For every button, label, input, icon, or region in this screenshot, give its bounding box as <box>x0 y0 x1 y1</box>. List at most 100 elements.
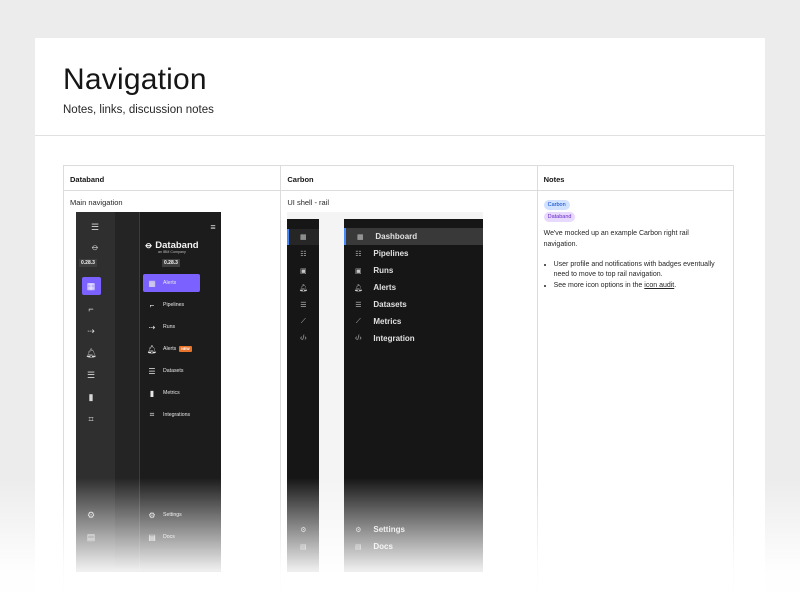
document-icon: ▤ <box>355 543 362 551</box>
carbon-expanded-panel: ▦ Dashboard ☷ Pipelines ▣ Runs 🔔︎ Alerts ☰ Da… <box>344 219 484 572</box>
document-icon: ▤ <box>148 532 156 542</box>
icon-audit-link[interactable]: icon audit <box>644 282 674 289</box>
nav-item-dashboard[interactable]: ▦ Alerts <box>143 274 200 292</box>
brand-subtitle: an IBM Company <box>158 250 186 254</box>
bell-icon: 🔔︎ <box>353 284 363 292</box>
nav-label: Dashboard <box>375 232 418 241</box>
gear-icon: ⚙ <box>148 510 156 520</box>
bullet-suffix: . <box>674 282 677 289</box>
page-header: Navigation Notes, links, discussion note… <box>35 38 765 136</box>
pipelines-icon[interactable]: ☷ <box>296 250 310 258</box>
dashboard-icon: ▦ <box>148 278 156 288</box>
database-icon: ☰ <box>148 366 156 376</box>
collapse-panel-icon[interactable]: ≡ <box>206 222 220 232</box>
gear-icon[interactable]: ⚙ <box>296 526 310 534</box>
dashboard-icon: ▦ <box>86 281 96 291</box>
tag-carbon: Carbon <box>543 200 570 210</box>
dashboard-icon: ▦ <box>357 233 364 241</box>
list-item: See more icon options in the icon audit. <box>554 281 724 291</box>
database-icon: ☰ <box>355 301 362 309</box>
document-icon[interactable]: ▤ <box>296 543 310 551</box>
nav-item-settings[interactable]: ⚙ Settings <box>143 506 200 524</box>
databand-mock: ☰ ⦵ 0.28.3 ▦ ⌐ ⇢ 🔔︎ ☰ ▮ ⌗ ⚙ ▤ ≡ ⦵ Databa… <box>76 212 221 572</box>
chart-icon: ⟋ <box>355 317 361 325</box>
nav-label: Pipelines <box>163 302 185 308</box>
header-notes: Notes <box>543 175 565 184</box>
nav-label: Metrics <box>373 317 402 326</box>
chart-icon: ▮ <box>149 388 155 398</box>
page-title: Navigation <box>63 63 207 96</box>
comparison-table: Databand Carbon Notes Main navigation ☰ … <box>63 165 734 600</box>
nav-label: Alerts <box>163 346 177 352</box>
version-badge: 0.28.3 <box>79 259 97 267</box>
collapse-menu-icon[interactable]: ☰ <box>88 222 102 232</box>
nav-label: Pipelines <box>373 249 409 258</box>
pipelines-icon: ⌐ <box>149 300 155 310</box>
databand-logo-icon: ⦵ <box>144 239 154 251</box>
code-icon[interactable]: ‹/› <box>296 335 310 342</box>
nav-item-metrics[interactable]: ⟋ Metrics <box>344 313 483 330</box>
chart-icon[interactable]: ▮ <box>84 392 98 402</box>
header-databand: Databand <box>64 166 282 190</box>
nav-item-alerts[interactable]: 🔔︎ Alerts <box>344 279 483 296</box>
list-item: User profile and notifications with badg… <box>554 260 724 280</box>
nav-label: Alerts <box>163 280 177 286</box>
nav-label: Docs <box>163 534 175 540</box>
nav-item-metrics[interactable]: ▮ Metrics <box>143 384 200 402</box>
nav-item-integration[interactable]: ‹/› Integration <box>344 330 483 347</box>
nav-label: Runs <box>373 266 394 275</box>
gear-icon[interactable]: ⚙ <box>84 510 98 520</box>
nav-label: Integration <box>373 334 415 343</box>
runs-icon[interactable]: ▣ <box>296 267 310 275</box>
dashboard-icon[interactable]: ▦ <box>296 233 310 241</box>
nav-item-settings[interactable]: ⚙ Settings <box>344 521 483 538</box>
nav-item-pipelines[interactable]: ⌐ Pipelines <box>143 296 200 314</box>
nav-item-runs[interactable]: ⇢ Runs <box>143 318 200 336</box>
nav-item-datasets[interactable]: ☰ Datasets <box>143 362 200 380</box>
pipelines-icon: ☷ <box>355 250 362 258</box>
database-icon[interactable]: ☰ <box>296 301 310 309</box>
runs-icon: ⇢ <box>148 322 156 332</box>
code-icon: ⌗ <box>149 410 155 419</box>
databand-rail: ☰ ⦵ 0.28.3 ▦ ⌐ ⇢ 🔔︎ ☰ ▮ ⌗ ⚙ ▤ <box>76 212 115 572</box>
table-header: Databand Carbon Notes <box>64 166 733 191</box>
nav-label: Settings <box>373 525 405 534</box>
carbon-caption: UI shell - rail <box>287 198 330 207</box>
bell-icon[interactable]: 🔔︎ <box>84 348 98 358</box>
version-badge: 0.28.3 <box>162 259 180 267</box>
chart-icon[interactable]: ⟋ <box>296 318 310 326</box>
pipelines-icon[interactable]: ⌐ <box>84 304 98 314</box>
gear-icon: ⚙ <box>355 526 362 534</box>
databand-logo-icon: ⦵ <box>90 241 100 253</box>
carbon-mock: ▦ ☷ ▣ 🔔︎ ☰ ⟋ ‹/› ⚙ ▤ ▦ Dashboard ☷ Pipelin… <box>287 212 484 572</box>
nav-label: Datasets <box>163 368 184 374</box>
page-subtitle: Notes, links, discussion notes <box>63 104 214 116</box>
nav-item-dashboard[interactable]: ▦ Dashboard <box>344 228 484 245</box>
carbon-rail: ▦ ☷ ▣ 🔔︎ ☰ ⟋ ‹/› ⚙ ▤ <box>287 219 320 572</box>
bell-icon[interactable]: 🔔︎ <box>296 284 310 292</box>
nav-label: Settings <box>163 512 182 518</box>
document-icon[interactable]: ▤ <box>84 532 98 542</box>
tag-databand: Databand <box>543 212 576 222</box>
rail-dashboard-button[interactable]: ▦ <box>82 277 101 295</box>
nav-item-runs[interactable]: ▣ Runs <box>344 262 483 279</box>
databand-cell: Main navigation ☰ ⦵ 0.28.3 ▦ ⌐ ⇢ 🔔︎ ☰ ▮ … <box>64 191 282 600</box>
nav-item-docs[interactable]: ▤ Docs <box>344 538 483 555</box>
nav-label: Integrations <box>163 412 191 418</box>
header-carbon: Carbon <box>281 166 538 190</box>
database-icon[interactable]: ☰ <box>84 370 98 380</box>
databand-expanded-panel: ≡ ⦵ Databand an IBM Company 0.28.3 ▦ Alert… <box>139 212 221 572</box>
nav-item-alerts[interactable]: 🔔︎ Alerts NEW <box>143 340 200 358</box>
bullet-text: See more icon options in the <box>553 282 643 289</box>
databand-caption: Main navigation <box>70 198 123 207</box>
runs-icon: ▣ <box>355 267 362 275</box>
nav-item-integrations[interactable]: ⌗ Integrations <box>143 406 200 424</box>
nav-item-pipelines[interactable]: ☷ Pipelines <box>344 245 483 262</box>
code-icon[interactable]: ⌗ <box>84 414 98 424</box>
nav-item-datasets[interactable]: ☰ Datasets <box>344 296 483 313</box>
page-sheet: Navigation Notes, links, discussion note… <box>35 38 765 600</box>
nav-item-docs[interactable]: ▤ Docs <box>143 528 200 546</box>
runs-icon[interactable]: ⇢ <box>84 326 98 336</box>
bell-icon: 🔔︎ <box>146 344 158 354</box>
table-row: Main navigation ☰ ⦵ 0.28.3 ▦ ⌐ ⇢ 🔔︎ ☰ ▮ … <box>64 191 733 600</box>
